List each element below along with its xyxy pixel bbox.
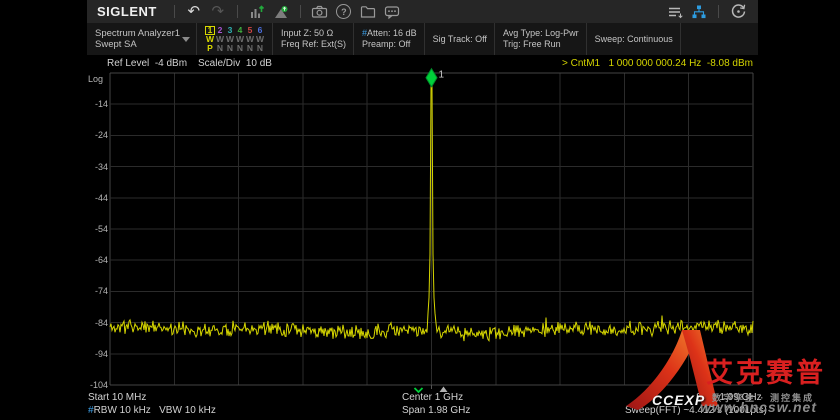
camera-icon: [311, 4, 328, 20]
sweep-time-readout: Sweep(FFT) ~4.412 s (1001pts): [625, 405, 767, 416]
restore-preset-icon: [730, 3, 747, 20]
undo-button[interactable]: ↶: [182, 2, 206, 22]
sweep-panel[interactable]: Sweep: Continuous: [587, 23, 681, 55]
marker-readout: > CntM1 1 000 000 000.24 Hz -8.08 dBm: [562, 58, 753, 69]
undo-icon: ↶: [188, 4, 201, 19]
input-settings-panel[interactable]: Input Z: 50 Ω Freq Ref: Ext(S): [273, 23, 354, 55]
y-axis-tick: -44: [82, 193, 108, 203]
help-icon: ?: [336, 4, 351, 19]
peak-search-button[interactable]: [245, 2, 269, 22]
log-scale-label: Log: [88, 74, 103, 84]
ref-level-readout[interactable]: Ref Level -4 dBm: [107, 58, 187, 69]
sweep-value: Sweep: Continuous: [595, 34, 673, 45]
marker-to-peak-button[interactable]: [269, 2, 293, 22]
toolbar-separator: [174, 5, 175, 18]
settings-filler: [681, 23, 758, 55]
y-axis-tick: -54: [82, 224, 108, 234]
trace-detector[interactable]: N: [255, 44, 265, 53]
redo-button[interactable]: ↷: [206, 2, 230, 22]
sig-track-panel[interactable]: Sig Track: Off: [425, 23, 495, 55]
y-axis-tick: -74: [82, 286, 108, 296]
span-readout[interactable]: Span 1.98 GHz: [402, 405, 470, 416]
trace-detector[interactable]: N: [225, 44, 235, 53]
siglent-logo: SIGLENT: [97, 4, 157, 19]
chat-bubble-icon: [384, 4, 400, 20]
rbw-vbw-readout[interactable]: #RBW 10 kHz VBW 10 kHz: [88, 405, 216, 416]
freq-ref-value: Freq Ref: Ext(S): [281, 39, 346, 50]
trace-detector[interactable]: N: [245, 44, 255, 53]
watermark-chinese-name: 艾克赛普: [706, 360, 826, 387]
screenshot-button[interactable]: [308, 2, 332, 22]
toolbar-separator: [718, 5, 719, 18]
trace-detector[interactable]: N: [235, 44, 245, 53]
start-freq-readout[interactable]: Start 10 MHz: [88, 392, 146, 403]
preset-button[interactable]: [726, 2, 750, 22]
input-z-value: Input Z: 50 Ω: [281, 28, 346, 39]
avg-trig-panel[interactable]: Avg Type: Log-Pwr Trig: Free Run: [495, 23, 587, 55]
y-axis-tick: -94: [82, 349, 108, 359]
marker-to-peak-icon: [273, 4, 289, 20]
y-axis-tick: -24: [82, 130, 108, 140]
sig-track-value: Sig Track: Off: [433, 34, 487, 45]
analyzer-mode-selector[interactable]: Spectrum Analyzer1 Swept SA: [87, 23, 197, 55]
marker-1-diamond-icon[interactable]: [426, 69, 437, 87]
trace-status-row: WWWWWW: [205, 35, 265, 44]
marker-1-label: 1: [439, 70, 445, 81]
toolbar: SIGLENT ↶ ↷: [87, 0, 758, 23]
toolbar-separator: [237, 5, 238, 18]
lan-network-icon: [691, 4, 707, 20]
trace-status-row: PNNNNN: [205, 44, 265, 53]
atten-settings-panel[interactable]: #Atten: 16 dB Preamp: Off: [354, 23, 425, 55]
y-axis-tick: -14: [82, 99, 108, 109]
toolbar-separator: [300, 5, 301, 18]
folder-icon: [360, 4, 376, 20]
center-freq-readout[interactable]: Center 1 GHz: [402, 392, 463, 403]
analyzer-mode: Swept SA: [95, 39, 189, 50]
y-axis-tick: -64: [82, 255, 108, 265]
settings-strip: Spectrum Analyzer1 Swept SA 123456WWWWWW…: [87, 23, 758, 55]
chevron-down-icon: [182, 37, 190, 42]
menu-list-button[interactable]: [663, 2, 687, 22]
menu-list-icon: [667, 4, 684, 20]
stop-freq-readout[interactable]: Stop 1.99 GHz: [696, 392, 762, 403]
peak-search-icon: [249, 4, 265, 20]
spectrum-analyzer-screen: SIGLENT ↶ ↷: [0, 0, 840, 420]
message-button[interactable]: [380, 2, 404, 22]
help-button[interactable]: ?: [332, 2, 356, 22]
avg-type-value: Avg Type: Log-Pwr: [503, 28, 579, 39]
preamp-value: Preamp: Off: [362, 39, 417, 50]
y-axis-tick: -34: [82, 162, 108, 172]
y-axis-tick: -84: [82, 318, 108, 328]
redo-icon: ↷: [212, 4, 225, 19]
y-axis-tick: -104: [82, 380, 108, 390]
spectrum-trace: [110, 86, 753, 341]
file-button[interactable]: [356, 2, 380, 22]
trig-value: Trig: Free Run: [503, 39, 579, 50]
network-button[interactable]: [687, 2, 711, 22]
atten-value: #Atten: 16 dB: [362, 28, 417, 39]
trace-detector[interactable]: P: [205, 44, 215, 53]
trace-status-panel[interactable]: 123456WWWWWWPNNNNN: [197, 23, 273, 55]
analyzer-name: Spectrum Analyzer1: [95, 28, 189, 39]
scale-div-readout[interactable]: Scale/Div 10 dB: [198, 58, 272, 69]
trace-detector[interactable]: N: [215, 44, 225, 53]
